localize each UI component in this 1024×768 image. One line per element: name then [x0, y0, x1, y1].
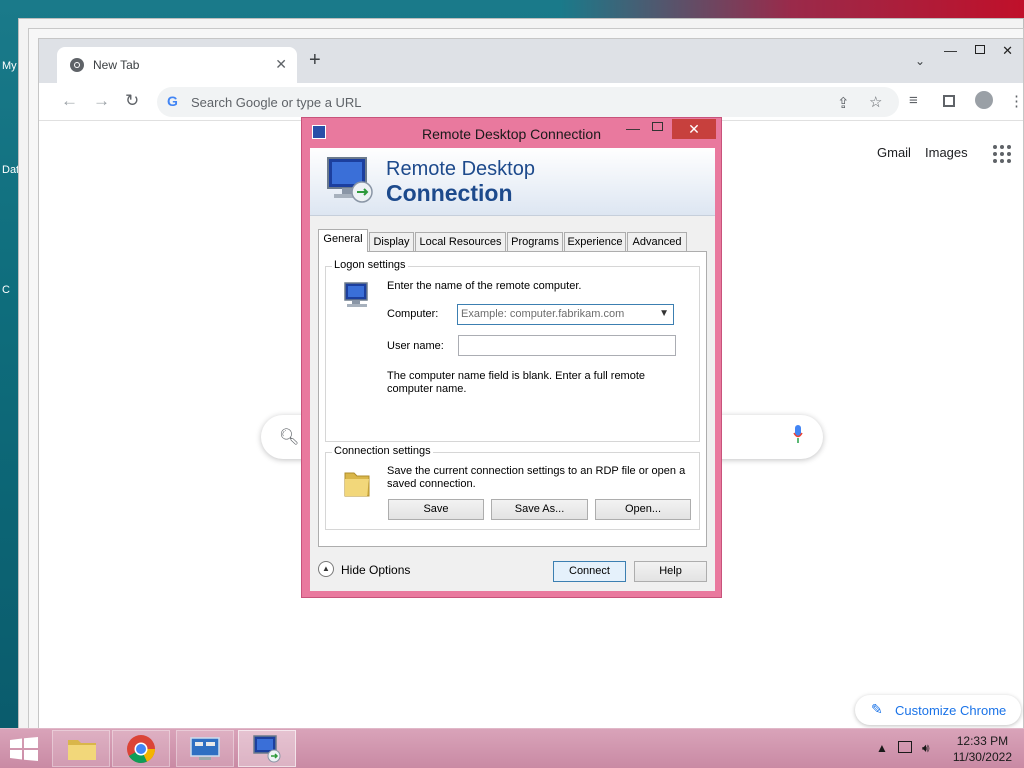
logon-instruction: Enter the name of the remote computer.: [387, 280, 582, 292]
chevron-down-icon[interactable]: ▼: [659, 308, 669, 319]
microphone-icon[interactable]: [793, 425, 803, 443]
google-g-icon: G: [167, 93, 178, 109]
control-panel-icon: [190, 737, 220, 760]
logon-settings-group: Logon settings Enter the name of the rem…: [325, 259, 700, 442]
save-as-button[interactable]: Save As...: [491, 499, 588, 520]
maximize-icon[interactable]: [975, 45, 985, 54]
logon-settings-label: Logon settings: [332, 259, 408, 271]
desktop-icon-label[interactable]: C: [2, 284, 10, 296]
customize-chrome-label: Customize Chrome: [895, 703, 1007, 718]
bookmark-star-icon[interactable]: ☆: [869, 93, 882, 111]
tab-general[interactable]: General: [318, 229, 368, 252]
pencil-icon: ✎: [871, 701, 883, 717]
omnibox[interactable]: G Search Google or type a URL ⇪ ☆: [157, 87, 899, 117]
google-apps-icon[interactable]: [993, 145, 1011, 163]
connection-settings-label: Connection settings: [332, 445, 433, 457]
taskbar-remote-desktop[interactable]: [238, 730, 296, 767]
username-field[interactable]: [458, 335, 676, 356]
banner-title-line1: Remote Desktop: [386, 158, 535, 180]
blank-name-message: The computer name field is blank. Enter …: [387, 370, 646, 395]
general-tab-panel: Logon settings Enter the name of the rem…: [318, 251, 707, 547]
minimize-icon[interactable]: —: [626, 120, 640, 136]
tab-new-tab[interactable]: New Tab ✕: [57, 47, 297, 83]
monitor-connection-icon: [327, 157, 373, 203]
computer-placeholder[interactable]: Example: computer.fabrikam.com: [461, 308, 624, 320]
reading-list-icon[interactable]: ≡: [909, 92, 918, 109]
tab-advanced[interactable]: Advanced: [627, 232, 687, 251]
help-button[interactable]: Help: [634, 561, 707, 582]
desktop-icon-label[interactable]: Dat: [2, 164, 19, 176]
tab-strip: New Tab ✕ + ⌄ — ✕: [39, 39, 1023, 83]
back-icon[interactable]: ←: [61, 91, 78, 111]
connection-description: Save the current connection settings to …: [387, 465, 686, 490]
omnibox-placeholder[interactable]: Search Google or type a URL: [191, 95, 362, 110]
tab-local-resources[interactable]: Local Resources: [415, 232, 506, 251]
gmail-link[interactable]: Gmail: [877, 145, 911, 160]
username-label: User name:: [387, 340, 444, 352]
tab-title: New Tab: [93, 58, 140, 72]
chevron-up-icon: ▲: [318, 561, 334, 577]
profile-avatar-icon[interactable]: [975, 91, 993, 109]
tab-experience[interactable]: Experience: [564, 232, 626, 251]
customize-chrome-button[interactable]: ✎ Customize Chrome: [855, 695, 1021, 725]
desktop-icon-label[interactable]: My: [2, 60, 17, 72]
computer-icon: [344, 282, 368, 307]
computer-label: Computer:: [387, 308, 439, 320]
open-button[interactable]: Open...: [595, 499, 691, 520]
network-icon[interactable]: [898, 741, 912, 753]
maximize-icon[interactable]: [652, 122, 663, 131]
menu-kebab-icon[interactable]: ⋮: [1009, 92, 1024, 110]
save-button[interactable]: Save: [388, 499, 484, 520]
folder-icon: [68, 740, 96, 760]
forward-icon[interactable]: →: [93, 91, 110, 111]
rdp-body: Remote Desktop Connection General Displa…: [310, 148, 715, 591]
connection-settings-group: Connection settings Save the current con…: [325, 445, 700, 530]
images-link[interactable]: Images: [925, 145, 968, 160]
tab-display[interactable]: Display: [369, 232, 414, 251]
remote-desktop-icon: [253, 735, 281, 763]
chrome-favicon-icon: [70, 58, 84, 72]
windows-start-icon[interactable]: [8, 737, 40, 761]
taskbar-chrome[interactable]: [112, 730, 170, 767]
folder-icon: [344, 472, 370, 497]
tab-search-button[interactable]: ⌄: [915, 54, 925, 68]
hide-options-label: Hide Options: [341, 563, 411, 577]
reload-icon[interactable]: ↻: [125, 91, 139, 111]
side-panel-icon[interactable]: [943, 95, 955, 107]
taskbar: ▲ 🔊︎ 12:33 PM 11/30/2022: [0, 728, 1024, 768]
connect-button[interactable]: Connect: [553, 561, 626, 582]
tray-overflow-chevron-icon[interactable]: ▲: [876, 741, 888, 755]
minimize-icon[interactable]: —: [944, 43, 957, 58]
clock-time: 12:33 PM: [956, 734, 1009, 748]
system-clock[interactable]: 12:33 PM 11/30/2022: [953, 733, 1012, 765]
taskbar-control-panel[interactable]: [176, 730, 234, 767]
close-icon[interactable]: ✕: [1002, 43, 1013, 59]
share-icon[interactable]: ⇪: [837, 94, 850, 112]
tab-close-icon[interactable]: ✕: [275, 56, 287, 73]
taskbar-file-explorer[interactable]: [52, 730, 110, 767]
rdp-dialog: Remote Desktop Connection — ✕ Remote Des…: [301, 117, 722, 598]
volume-icon[interactable]: 🔊︎: [922, 741, 930, 756]
tab-programs[interactable]: Programs: [507, 232, 563, 251]
search-icon: 🔍︎: [279, 429, 300, 446]
new-tab-button[interactable]: +: [309, 50, 321, 70]
clock-date: 11/30/2022: [952, 750, 1012, 764]
chrome-toolbar: ← → ↻ G Search Google or type a URL ⇪ ☆ …: [39, 83, 1024, 121]
banner-title-line2: Connection: [386, 180, 513, 206]
close-button[interactable]: ✕: [672, 119, 716, 139]
computer-combobox[interactable]: Example: computer.fabrikam.com ▼: [457, 304, 674, 325]
rdp-banner: Remote Desktop Connection: [310, 148, 715, 216]
rdp-titlebar[interactable]: Remote Desktop Connection — ✕: [302, 118, 721, 148]
chrome-icon: [127, 735, 155, 763]
